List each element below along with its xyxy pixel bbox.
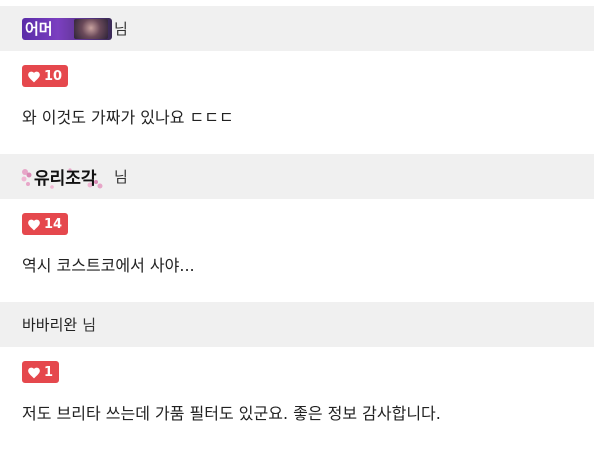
like-button[interactable]: 14 (22, 213, 69, 235)
like-count: 1 (44, 364, 54, 380)
comment-body: 1 저도 브리타 쓰는데 가품 필터도 있군요. 좋은 정보 감사합니다. (0, 347, 594, 450)
author-image-text: 유리조각 (34, 169, 97, 189)
comment-body: 14 역시 코스트코에서 사야... (0, 199, 594, 302)
like-button[interactable]: 10 (22, 65, 69, 87)
comment-text: 저도 브리타 쓰는데 가품 필터도 있군요. 좋은 정보 감사합니다. (22, 404, 441, 423)
like-button[interactable]: 1 (22, 361, 60, 383)
heart-icon (28, 219, 40, 230)
author-badge-text: 어머 (25, 20, 53, 38)
like-count: 14 (44, 216, 63, 232)
author-honorific: 님 (114, 20, 128, 38)
like-count: 10 (44, 68, 63, 84)
comment-list: 어머 님 10 와 이것도 가짜가 있나요 ㄷㄷㄷ 유리조각 님 14 역시 코… (0, 6, 594, 450)
comment-header: 어머 님 (0, 6, 594, 51)
comment-text: 와 이것도 가짜가 있나요 ㄷㄷㄷ (22, 108, 234, 127)
comment-item: 유리조각 님 14 역시 코스트코에서 사야... (0, 154, 594, 302)
author-photo-image (74, 18, 108, 39)
author-nickname[interactable]: 바바리완 (22, 314, 77, 335)
author-honorific: 님 (114, 168, 128, 186)
heart-icon (28, 71, 40, 82)
author-nickname-badge[interactable]: 어머 (22, 17, 112, 40)
comment-header: 유리조각 님 (0, 154, 594, 199)
comment-text: 역시 코스트코에서 사야... (22, 256, 195, 275)
comment-item: 어머 님 10 와 이것도 가짜가 있나요 ㄷㄷㄷ (0, 6, 594, 154)
comment-header: 바바리완 님 (0, 302, 594, 347)
author-nickname-image[interactable]: 유리조각 (21, 164, 112, 190)
author-honorific: 님 (82, 316, 97, 334)
comment-body: 10 와 이것도 가짜가 있나요 ㄷㄷㄷ (0, 51, 594, 154)
heart-icon (28, 367, 40, 378)
